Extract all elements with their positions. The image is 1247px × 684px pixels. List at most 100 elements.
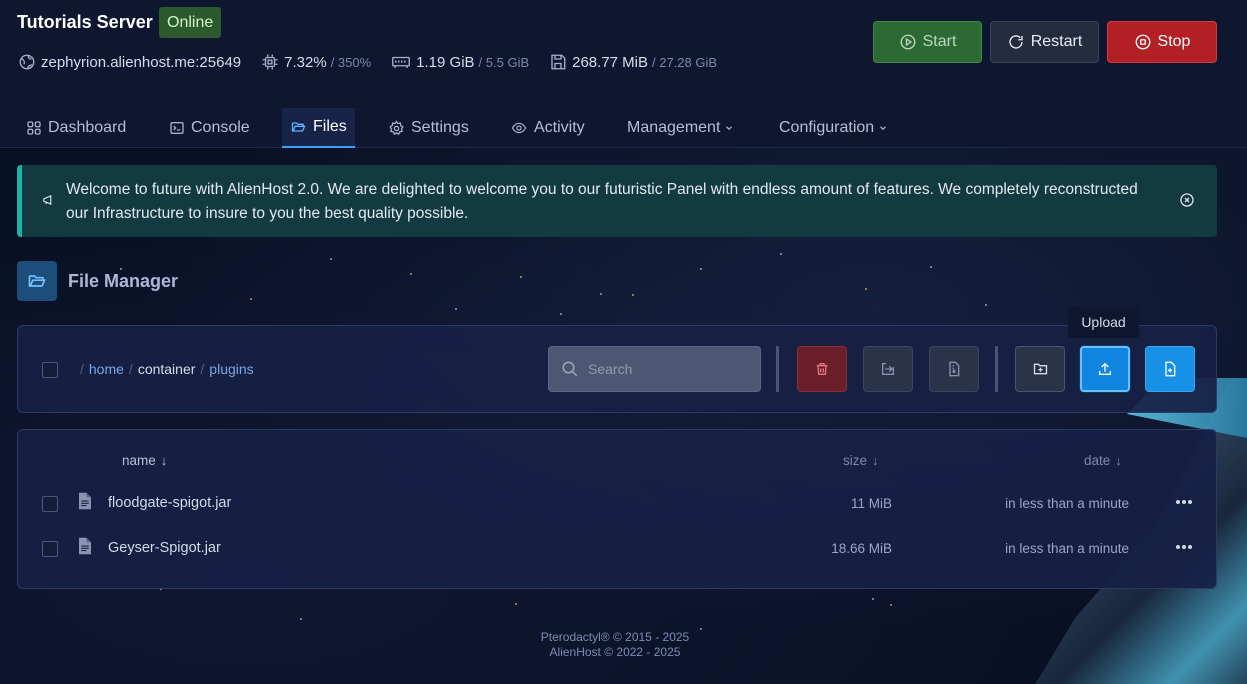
grid-icon <box>27 121 41 135</box>
tab-management[interactable]: Management <box>627 108 734 148</box>
arrow-down-icon: ↓ <box>1115 453 1122 468</box>
footer-pterodactyl: Pterodactyl® © 2015 - 2025 <box>540 630 690 644</box>
file-icon <box>79 537 91 555</box>
cpu-icon <box>262 54 278 70</box>
memory-limit: / 5.5 GiB <box>478 54 530 70</box>
table-row[interactable]: floodgate-spigot.jar 11 MiB in less than… <box>18 482 1216 522</box>
new-file-button[interactable] <box>1145 346 1195 392</box>
cpu-usage: 7.32% <box>284 53 327 71</box>
server-header: Tutorials Server Online zephyrion.alienh… <box>0 0 1247 148</box>
server-title: Tutorials Server <box>17 12 153 32</box>
file-name: floodgate-spigot.jar <box>108 495 232 511</box>
archive-button[interactable] <box>929 346 979 392</box>
tab-console[interactable]: Console <box>169 108 250 148</box>
file-size: 18.66 MiB <box>831 541 892 556</box>
footer: Pterodactyl® © 2015 - 2025 AlienHost © 2… <box>0 630 1230 660</box>
upload-tooltip: Upload <box>1068 307 1139 338</box>
server-address: zephyrion.alienhost.me:25649 <box>41 53 242 71</box>
tab-settings[interactable]: Settings <box>388 108 469 148</box>
terminal-icon <box>170 122 184 134</box>
stat-cpu: 7.32% / 350% <box>261 53 371 71</box>
stat-disk: 268.77 MiB / 27.28 GiB <box>549 53 717 71</box>
upload-button[interactable] <box>1080 346 1130 392</box>
tab-files[interactable]: Files <box>282 108 355 148</box>
gear-icon <box>389 119 404 135</box>
memory-usage: 1.19 GiB <box>416 53 475 71</box>
file-list: name ↓ size ↓ date ↓ floodgate-spigot.jar 1… <box>17 429 1217 589</box>
column-name[interactable]: name ↓ <box>122 453 167 468</box>
tab-settings-label: Settings <box>411 119 469 136</box>
restart-button[interactable]: Restart <box>990 21 1099 63</box>
file-toolbar: / home / container / plugins <box>17 325 1217 413</box>
tab-activity[interactable]: Activity <box>510 108 585 148</box>
trash-icon <box>816 363 828 375</box>
tab-management-label: Management <box>627 119 721 136</box>
server-stats: zephyrion.alienhost.me:25649 7.32% / 350… <box>18 52 737 72</box>
select-all-checkbox[interactable] <box>42 362 58 378</box>
column-size[interactable]: size ↓ <box>843 453 879 468</box>
stop-button[interactable]: Stop <box>1107 21 1217 63</box>
cpu-limit: / 350% <box>330 54 372 70</box>
chevron-down-icon <box>880 126 887 131</box>
tab-configuration[interactable]: Configuration <box>779 108 888 148</box>
tab-files-label: Files <box>313 118 347 135</box>
stat-address: zephyrion.alienhost.me:25649 <box>18 53 241 71</box>
memory-icon <box>392 56 411 68</box>
tab-dashboard[interactable]: Dashboard <box>26 108 126 148</box>
file-size: 11 MiB <box>850 496 892 511</box>
folder-open-icon <box>28 275 46 287</box>
toolbar-divider <box>776 346 779 392</box>
announcement-text: Welcome to future with AlienHost 2.0. We… <box>66 181 1138 222</box>
row-checkbox[interactable] <box>42 496 58 512</box>
breadcrumb-plugins[interactable]: plugins <box>209 361 253 377</box>
close-circle-icon[interactable] <box>1179 192 1195 208</box>
move-icon <box>882 363 894 375</box>
search-box <box>548 346 761 392</box>
column-date[interactable]: date ↓ <box>1084 453 1122 468</box>
tab-console-label: Console <box>191 119 250 136</box>
tab-dashboard-label: Dashboard <box>48 119 127 136</box>
file-icon <box>79 492 91 510</box>
arrow-down-icon: ↓ <box>160 453 168 468</box>
table-row[interactable]: Geyser-Spigot.jar 18.66 MiB in less than… <box>18 527 1216 567</box>
column-date-label: date <box>1084 453 1111 468</box>
footer-alienhost: AlienHost © 2022 - 2025 <box>549 645 681 659</box>
status-badge: Online <box>159 7 222 38</box>
page-title: File Manager <box>68 271 179 291</box>
breadcrumb-separator: / <box>200 361 205 377</box>
column-name-label: name <box>122 453 156 468</box>
toolbar-divider <box>995 346 998 392</box>
stop-icon <box>1135 34 1150 50</box>
tab-configuration-label: Configuration <box>779 119 875 136</box>
more-options-icon[interactable] <box>1174 495 1194 509</box>
chevron-down-icon <box>726 126 733 131</box>
refresh-icon <box>1009 35 1023 49</box>
announcement-banner: Welcome to future with AlienHost 2.0. We… <box>17 165 1217 237</box>
tab-activity-label: Activity <box>534 119 585 136</box>
file-date: in less than a minute <box>1005 496 1129 511</box>
stat-memory: 1.19 GiB / 5.5 GiB <box>391 53 529 71</box>
row-checkbox[interactable] <box>42 541 58 557</box>
delete-button[interactable] <box>797 346 847 392</box>
search-icon <box>562 361 578 377</box>
breadcrumb-container[interactable]: container <box>138 361 196 377</box>
start-label: Start <box>922 33 957 50</box>
file-date: in less than a minute <box>1005 541 1129 556</box>
more-options-icon[interactable] <box>1174 540 1194 554</box>
stop-label: Stop <box>1157 33 1191 50</box>
file-plus-icon <box>1165 361 1176 377</box>
start-button[interactable]: Start <box>873 21 982 63</box>
column-size-label: size <box>843 453 868 468</box>
nav-tabs: Dashboard Console Files Settings Activit… <box>0 108 1247 148</box>
disk-limit: / 27.28 GiB <box>652 54 718 70</box>
megaphone-icon <box>43 195 52 205</box>
save-disk-icon <box>551 54 566 70</box>
move-button[interactable] <box>863 346 913 392</box>
new-folder-button[interactable] <box>1015 346 1065 392</box>
file-name: Geyser-Spigot.jar <box>108 540 221 556</box>
upload-icon <box>1099 362 1111 375</box>
breadcrumb-separator: / <box>80 361 84 377</box>
breadcrumb-home[interactable]: home <box>89 361 124 377</box>
search-input[interactable] <box>588 359 748 379</box>
restart-label: Restart <box>1030 33 1083 50</box>
